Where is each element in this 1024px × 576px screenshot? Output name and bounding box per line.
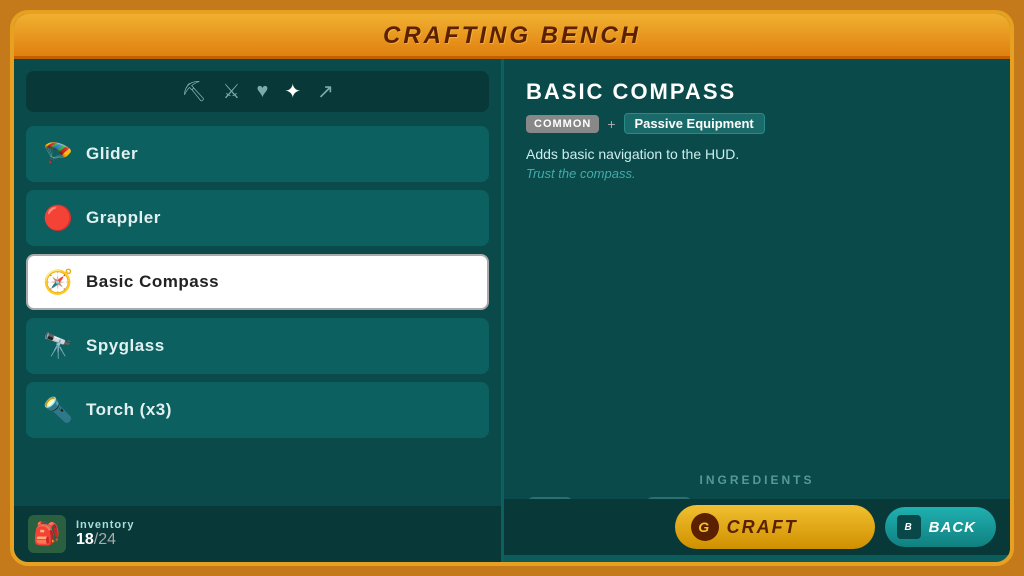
list-item[interactable]: 🔴 Grappler (26, 190, 489, 246)
detail-title: BASIC COMPASS (526, 79, 988, 105)
list-item[interactable]: 🪂 Glider (26, 126, 489, 182)
item-icon-glider: 🪂 (40, 136, 76, 172)
item-name-torch: Torch (x3) (86, 400, 172, 420)
title-bar: CRAFTING BENCH (14, 14, 1010, 59)
inventory-current: 18 (76, 531, 94, 548)
tab-health[interactable]: ♥ (256, 80, 268, 103)
item-icon-torch: 🔦 (40, 392, 76, 428)
item-icon-compass: 🧭 (40, 264, 76, 300)
inventory-icon: 🎒 (28, 515, 66, 553)
back-button-label: BACK (929, 519, 976, 536)
ingredients-label: INGREDIENTS (526, 473, 988, 487)
craft-icon-label: G (698, 519, 711, 535)
inventory-count: 18/24 (76, 531, 135, 549)
rarity-badge: COMMON (526, 115, 599, 133)
item-name-spyglass: Spyglass (86, 336, 165, 356)
item-list: 🪂 Glider 🔴 Grappler 🧭 Basic Compass 🔭 Sp… (26, 126, 489, 543)
badge-plus: + (607, 116, 615, 132)
tab-equipment[interactable]: ✦ (284, 79, 301, 104)
left-panel: ⛏ ⚔ ♥ ✦ ↗ 🪂 Glider 🔴 Grappler 🧭 Basic Co… (14, 59, 504, 555)
craft-button-icon: G (691, 513, 719, 541)
item-name-grappler: Grappler (86, 208, 161, 228)
category-tabs: ⛏ ⚔ ♥ ✦ ↗ (26, 71, 489, 112)
right-panel: BASIC COMPASS COMMON + Passive Equipment… (504, 59, 1010, 555)
back-button[interactable]: B BACK (885, 507, 996, 547)
item-description: Adds basic navigation to the HUD. (526, 146, 988, 162)
inventory-max: 24 (98, 531, 116, 548)
tab-ammo[interactable]: ↗ (317, 79, 334, 104)
tab-tools[interactable]: ⛏ (181, 79, 206, 104)
inventory-bar: 🎒 Inventory 18/24 (14, 506, 504, 562)
back-icon-label: B (905, 522, 913, 533)
type-badge: Passive Equipment (624, 113, 765, 134)
bottom-bar: G CRAFT B BACK (504, 499, 1010, 555)
window-title: CRAFTING BENCH (14, 22, 1010, 50)
item-icon-spyglass: 🔭 (40, 328, 76, 364)
inventory-info: Inventory 18/24 (76, 519, 135, 549)
badge-row: COMMON + Passive Equipment (526, 113, 988, 134)
craft-button[interactable]: G CRAFT (675, 505, 875, 549)
item-flavor: Trust the compass. (526, 166, 988, 181)
list-item[interactable]: 🔦 Torch (x3) (26, 382, 489, 438)
list-item[interactable]: 🔭 Spyglass (26, 318, 489, 374)
main-content: ⛏ ⚔ ♥ ✦ ↗ 🪂 Glider 🔴 Grappler 🧭 Basic Co… (14, 59, 1010, 555)
list-item-selected[interactable]: 🧭 Basic Compass (26, 254, 489, 310)
back-button-icon: B (897, 515, 921, 539)
item-name-compass: Basic Compass (86, 272, 219, 292)
inventory-label: Inventory (76, 519, 135, 531)
item-icon-grappler: 🔴 (40, 200, 76, 236)
item-name-glider: Glider (86, 144, 138, 164)
craft-button-label: CRAFT (727, 517, 798, 538)
tab-weapons[interactable]: ⚔ (223, 79, 241, 104)
crafting-bench-window: CRAFTING BENCH ⛏ ⚔ ♥ ✦ ↗ 🪂 Glider 🔴 Grap… (10, 10, 1014, 566)
